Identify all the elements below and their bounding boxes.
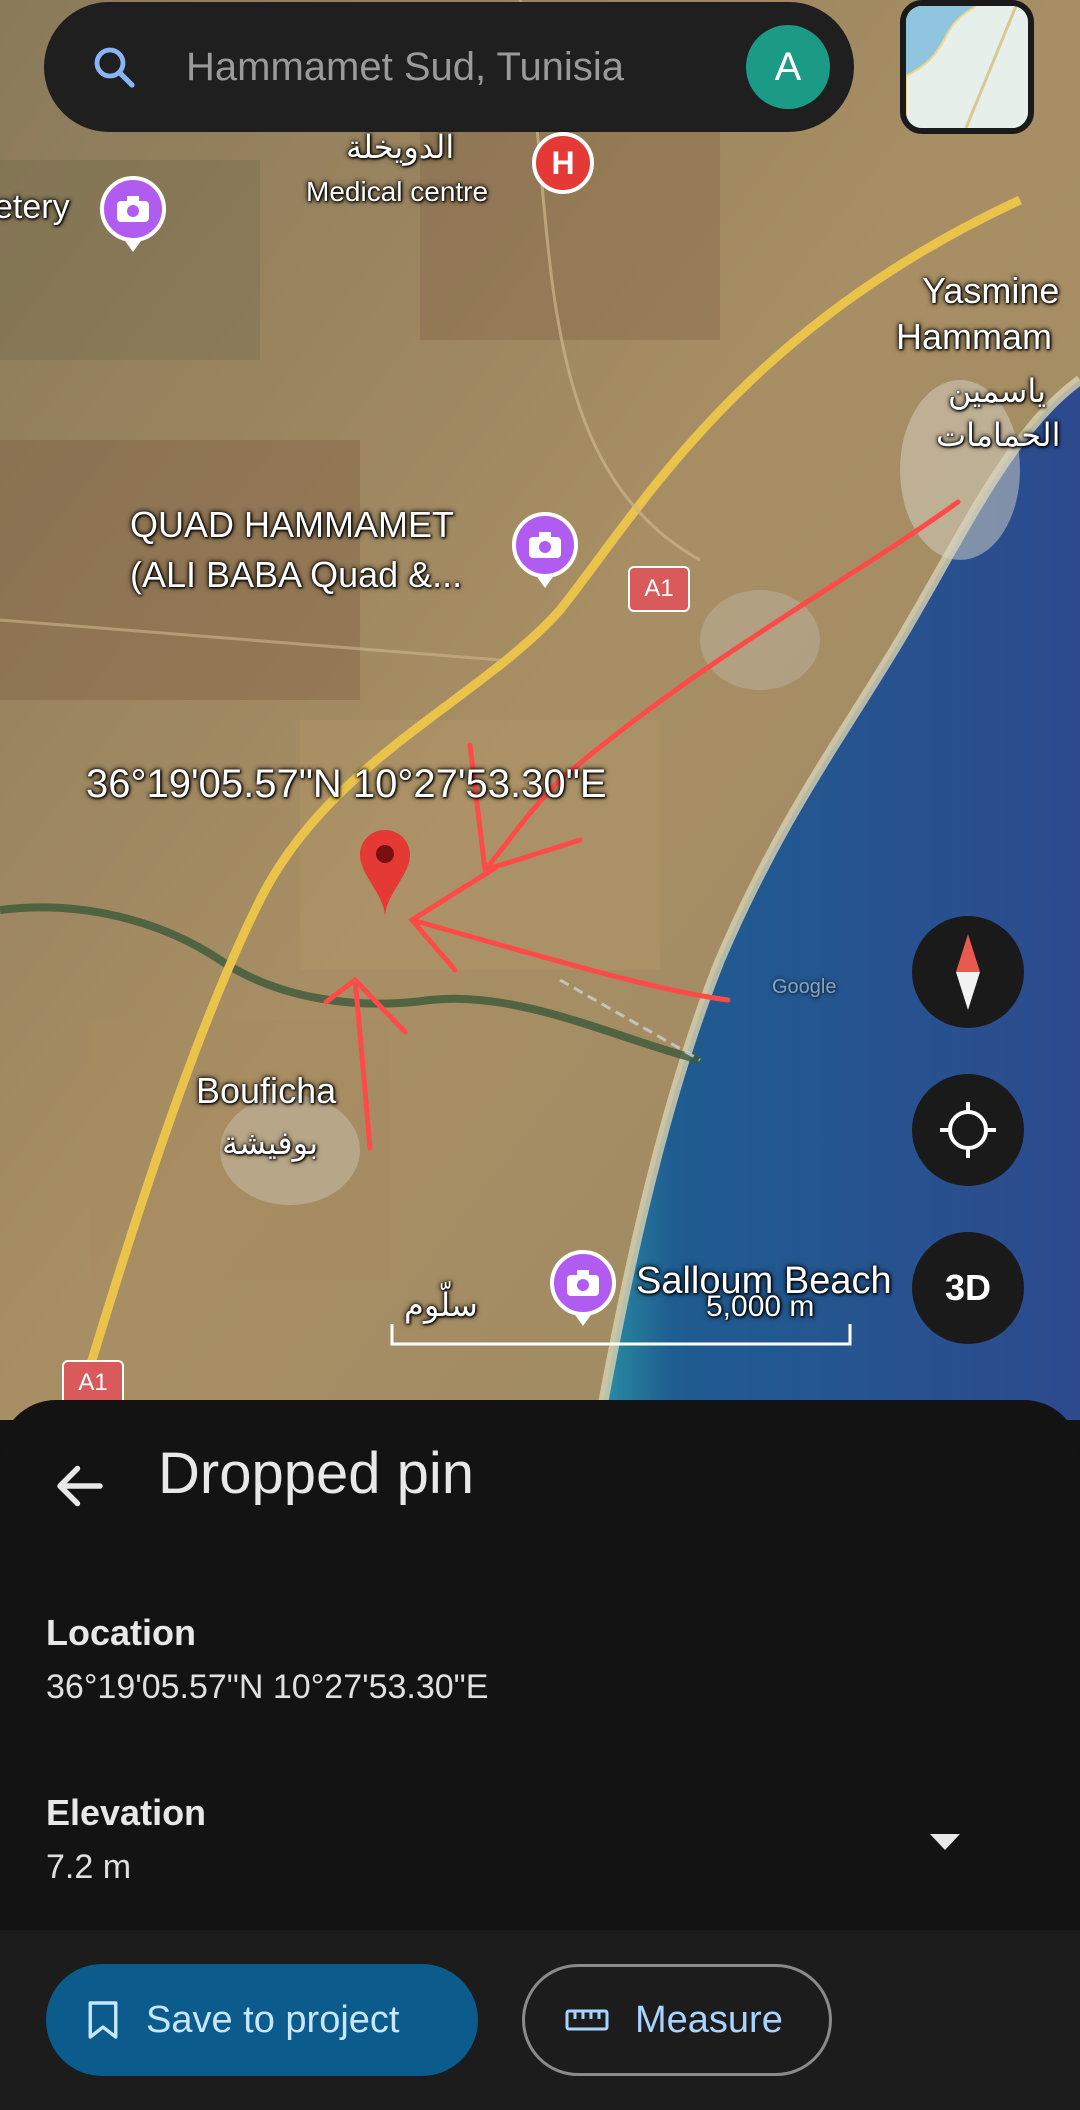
photo-poi-icon[interactable] <box>512 512 578 588</box>
measure-button[interactable]: Measure <box>522 1964 832 2076</box>
search-icon[interactable] <box>90 43 138 91</box>
save-button-label: Save to project <box>146 1998 400 2041</box>
location-label: Location <box>46 1612 196 1653</box>
google-watermark: Google <box>772 976 837 998</box>
dropped-pin-marker[interactable] <box>360 830 410 918</box>
map-label-yasmine-2[interactable]: Hammam <box>896 316 1052 358</box>
coordinates-overlay: 36°19'05.57"N 10°27'53.30"E <box>86 762 607 806</box>
annotation-arrow-2 <box>409 917 731 1003</box>
crosshair-icon <box>940 1102 996 1158</box>
compass-icon <box>956 934 980 1010</box>
annotation-arrowhead-2 <box>408 865 498 973</box>
road-badge-a1: A1 <box>628 566 690 612</box>
search-bar[interactable]: Hammamet Sud, Tunisia A <box>44 2 854 132</box>
compass-button[interactable] <box>912 916 1024 1028</box>
map-layers-button[interactable] <box>900 0 1034 134</box>
annotation-arrowhead-3 <box>323 976 408 1035</box>
search-input[interactable]: Hammamet Sud, Tunisia <box>186 45 746 90</box>
map-label-quad-1[interactable]: QUAD HAMMAMET <box>130 504 454 546</box>
map-label-bouficha-ar: بوفيشة <box>222 1125 319 1161</box>
place-details-sheet: Dropped pin Location 36°19'05.57"N 10°27… <box>0 1400 1080 1930</box>
photo-poi-icon[interactable] <box>100 176 166 252</box>
bookmark-icon <box>88 2001 118 2039</box>
map-label-yasmine-1[interactable]: Yasmine <box>922 270 1059 312</box>
map-label-yasmine-ar2: الحمامات <box>936 417 1061 453</box>
map-label-cemetery[interactable]: etery <box>0 188 70 227</box>
3d-toggle-button[interactable]: 3D <box>912 1232 1024 1344</box>
save-to-project-button[interactable]: Save to project <box>46 1964 478 2076</box>
dropdown-arrow-icon[interactable] <box>930 1832 960 1852</box>
back-arrow-icon[interactable] <box>50 1456 110 1516</box>
satellite-map[interactable]: الدويخلة Medical centre H etery Yasmine … <box>0 0 1080 1420</box>
map-label-yasmine-ar1: ياسمين <box>948 373 1046 409</box>
account-avatar[interactable]: A <box>746 25 830 109</box>
scale-label: 5,000 m <box>706 1290 815 1323</box>
action-bar: Save to project Measure <box>0 1930 1080 2110</box>
ruler-icon <box>565 2009 609 2031</box>
hospital-icon[interactable]: H <box>532 132 594 194</box>
map-label-medical-ar: الدويخلة <box>346 129 455 165</box>
map-layer-thumbnail-icon <box>906 6 1028 128</box>
map-label-bouficha[interactable]: Bouficha <box>196 1070 336 1112</box>
scale-bar: 5,000 m <box>390 1290 852 1348</box>
measure-button-label: Measure <box>635 1998 783 2041</box>
location-value[interactable]: 36°19'05.57"N 10°27'53.30"E <box>46 1668 488 1707</box>
annotation-arrow-3 <box>352 977 373 1151</box>
my-location-button[interactable] <box>912 1074 1024 1186</box>
elevation-label: Elevation <box>46 1792 207 1833</box>
map-label-quad-2[interactable]: (ALI BABA Quad &... <box>130 554 462 596</box>
map-label-medical[interactable]: Medical centre <box>306 176 488 208</box>
sheet-title: Dropped pin <box>158 1441 474 1506</box>
elevation-value: 7.2 m <box>46 1848 132 1886</box>
